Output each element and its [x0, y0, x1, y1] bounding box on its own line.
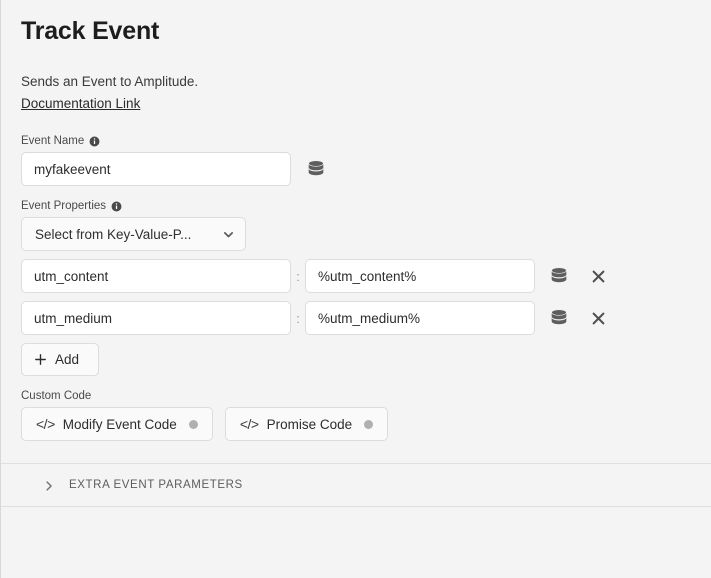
event-name-row: myfakeevent [21, 152, 691, 187]
promise-code-button[interactable]: </> Promise Code [224, 407, 389, 442]
add-button-label: Add [55, 352, 80, 368]
database-icon[interactable] [548, 265, 570, 287]
property-key-input[interactable]: utm_content [21, 259, 291, 294]
event-properties-label-group: Event Properties [21, 200, 691, 212]
status-badge [364, 419, 374, 429]
event-name-label-group: Event Name [21, 135, 691, 147]
info-icon[interactable] [89, 136, 100, 147]
chevron-right-icon [43, 479, 55, 491]
add-property-button[interactable]: Add [21, 343, 99, 377]
custom-code-label-text: Custom Code [21, 390, 92, 403]
modify-event-code-label: Modify Event Code [62, 416, 177, 432]
close-icon[interactable] [590, 310, 607, 327]
key-value-separator: : [296, 268, 300, 284]
page-title: Track Event [21, 17, 160, 45]
key-value-pair-select[interactable]: Select from Key-Value-P... [21, 217, 246, 252]
close-icon[interactable] [590, 268, 607, 285]
key-value-separator: : [296, 310, 300, 326]
code-icon: </> [36, 416, 55, 433]
info-icon[interactable] [111, 201, 122, 212]
property-value-input[interactable]: %utm_content% [305, 259, 535, 294]
select-value: Select from Key-Value-P... [35, 226, 192, 242]
event-name-input[interactable]: myfakeevent [21, 152, 291, 187]
event-properties-label: Event Properties [21, 200, 107, 213]
plus-icon [34, 353, 47, 366]
documentation-link[interactable]: Documentation Link [21, 96, 140, 111]
property-value-input[interactable]: %utm_medium% [305, 301, 535, 336]
track-event-panel: Track Event Sends an Event to Amplitude.… [0, 0, 711, 578]
extra-event-parameters-accordion[interactable]: EXTRA EVENT PARAMETERS [21, 464, 691, 506]
database-icon[interactable] [548, 307, 570, 329]
chevron-down-icon [222, 228, 235, 241]
extra-event-parameters-label: EXTRA EVENT PARAMETERS [69, 479, 243, 492]
custom-code-label: Custom Code [21, 390, 691, 402]
status-badge [188, 419, 198, 429]
event-name-label: Event Name [21, 135, 85, 148]
code-icon: </> [239, 416, 259, 433]
divider [1, 506, 711, 508]
table-row: utm_medium : %utm_medium% [21, 301, 691, 336]
modify-event-code-button[interactable]: </> Modify Event Code [21, 407, 213, 442]
database-icon[interactable] [305, 158, 327, 180]
panel-description: Sends an Event to Amplitude. [21, 73, 199, 89]
property-key-input[interactable]: utm_medium [21, 301, 291, 336]
promise-code-label: Promise Code [266, 416, 353, 432]
custom-code-buttons: </> Modify Event Code </> Promise Code [21, 407, 691, 442]
table-row: utm_content : %utm_content% [21, 259, 691, 294]
